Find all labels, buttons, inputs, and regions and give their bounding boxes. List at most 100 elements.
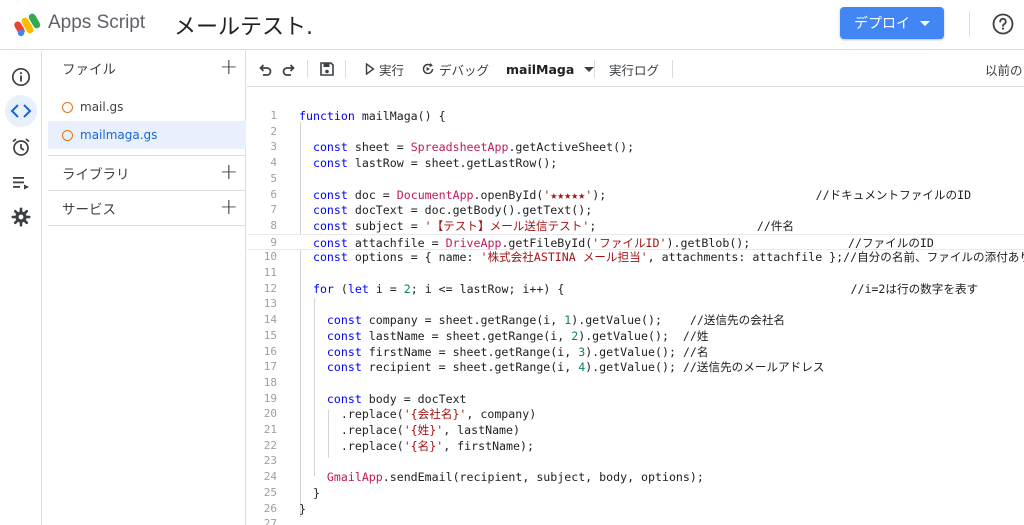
services-label: サービス <box>62 202 116 218</box>
code-line[interactable]: 8 const subject = '【テスト】メール送信テスト'; //件名 <box>247 218 1024 234</box>
execution-list-icon <box>13 177 29 190</box>
code-text: .replace('{名}', firstName); <box>299 438 534 453</box>
files-header: ファイル + <box>48 51 246 85</box>
deploy-button-label: デプロイ <box>854 16 910 32</box>
code-line[interactable]: 9 const attachfile = DriveApp.getFileByI… <box>247 233 1024 250</box>
code-text: const subject = '【テスト】メール送信テスト'; //件名 <box>312 218 795 233</box>
line-number: 19 <box>263 391 277 405</box>
debug-button[interactable]: デバッグ <box>421 51 489 87</box>
line-number: 5 <box>270 171 277 185</box>
gear-icon <box>11 207 31 227</box>
line-number: 22 <box>263 438 277 452</box>
line-number: 15 <box>263 328 277 342</box>
code-line[interactable]: 7 const docText = doc.getBody().getText(… <box>247 202 1024 218</box>
line-number: 3 <box>270 140 277 154</box>
code-line[interactable]: 10 const options = { name: '株式会社ASTINA メ… <box>247 249 1024 265</box>
redo-button[interactable] <box>281 51 297 87</box>
line-number: 10 <box>263 250 277 264</box>
code-line[interactable]: 20 .replace('{会社名}', company) <box>247 406 1024 422</box>
redo-icon <box>282 64 295 76</box>
project-title[interactable]: メールテスト. <box>174 9 313 41</box>
code-text: const options = { name: '株式会社ASTINA メール担… <box>312 250 1024 265</box>
code-line[interactable]: 21 .replace('{姓}', lastName) <box>247 422 1024 438</box>
line-number: 4 <box>270 156 277 170</box>
line-number: 25 <box>263 485 277 499</box>
code-text: const attachfile = DriveApp.getFileById(… <box>312 235 934 250</box>
editor-nav[interactable] <box>0 93 42 129</box>
function-select[interactable]: mailMaga <box>506 51 595 87</box>
add-file-plus-icon[interactable]: + <box>220 57 238 79</box>
toolbar-divider <box>307 60 308 78</box>
files-panel: ファイル + mail.gs mailmaga.gs ライブラリ + サービス … <box>48 51 246 525</box>
code-line[interactable]: 22 .replace('{名}', firstName); <box>247 438 1024 454</box>
divider <box>48 225 246 226</box>
code-line[interactable]: 27 <box>247 516 1024 525</box>
history-button[interactable]: 以前の <box>985 51 1023 87</box>
code-line[interactable]: 19 const body = docText <box>247 391 1024 407</box>
code-line[interactable]: 23 <box>247 453 1024 469</box>
code-editor[interactable]: 1 function mailMaga() {2 3 const sheet = S… <box>247 88 1024 525</box>
code-line[interactable]: 1 function mailMaga() { <box>247 108 1024 124</box>
code-text: } <box>299 501 306 516</box>
line-number: 12 <box>263 281 277 295</box>
code-line[interactable]: 15 const lastName = sheet.getRange(i, 2)… <box>247 328 1024 344</box>
debug-icon <box>422 63 434 75</box>
code-text: const recipient = sheet.getRange(i, 4).g… <box>326 360 825 375</box>
code-line[interactable]: 4 const lastRow = sheet.getLastRow(); <box>247 155 1024 171</box>
line-number: 9 <box>270 235 277 249</box>
code-text: } <box>299 485 320 500</box>
toolbar-divider <box>672 60 673 78</box>
file-item-mailmaga[interactable]: mailmaga.gs <box>48 121 246 149</box>
libraries-header[interactable]: ライブラリ + <box>48 156 246 190</box>
code-text: .replace('{会社名}', company) <box>299 407 537 422</box>
run-button[interactable]: 実行 <box>365 51 404 87</box>
undo-icon <box>259 64 272 76</box>
execution-log-button[interactable]: 実行ログ <box>609 51 659 87</box>
apps-script-logo-icon[interactable] <box>14 11 42 37</box>
line-number: 6 <box>270 187 277 201</box>
script-file-icon <box>62 129 73 141</box>
line-number: 1 <box>270 109 277 122</box>
line-number: 8 <box>270 218 277 232</box>
overview-nav[interactable] <box>0 59 42 95</box>
code-line[interactable]: 6 const doc = DocumentApp.openById('★★★★… <box>247 187 1024 203</box>
code-line[interactable]: 3 const sheet = SpreadsheetApp.getActive… <box>247 139 1024 155</box>
code-line[interactable]: 2 <box>247 124 1024 140</box>
deploy-button[interactable]: デプロイ <box>840 7 944 39</box>
code-text: const body = docText <box>326 391 467 406</box>
add-library-plus-icon[interactable]: + <box>220 162 238 184</box>
code-line[interactable]: 18 <box>247 375 1024 391</box>
save-icon <box>320 62 334 76</box>
help-circle-icon[interactable] <box>992 13 1014 35</box>
debug-label: デバッグ <box>439 62 490 78</box>
triggers-nav[interactable] <box>0 129 42 165</box>
code-line[interactable]: 5 <box>247 171 1024 187</box>
undo-button[interactable] <box>257 51 273 87</box>
file-item-mail[interactable]: mail.gs <box>48 93 246 121</box>
executions-nav[interactable] <box>0 165 42 201</box>
code-line[interactable]: 26} <box>247 501 1024 517</box>
save-button[interactable] <box>319 51 335 87</box>
settings-nav[interactable] <box>0 199 42 235</box>
history-label: 以前の <box>985 62 1023 78</box>
line-number: 23 <box>263 454 277 468</box>
code-text: const docText = doc.getBody().getText(); <box>312 203 593 218</box>
add-service-plus-icon[interactable]: + <box>220 197 238 219</box>
app-name[interactable]: Apps Script <box>48 12 145 34</box>
code-line[interactable]: 24 GmailApp.sendEmail(recipient, subject… <box>247 469 1024 485</box>
code-line[interactable]: 11 <box>247 265 1024 281</box>
code-line[interactable]: 17 const recipient = sheet.getRange(i, 4… <box>247 359 1024 375</box>
file-name: mail.gs <box>80 100 124 114</box>
line-number: 26 <box>263 501 277 515</box>
code-line[interactable]: 12 for (let i = 2; i <= lastRow; i++) { … <box>247 281 1024 297</box>
code-line[interactable]: 13 <box>247 296 1024 312</box>
services-header[interactable]: サービス + <box>48 191 246 225</box>
line-number: 14 <box>263 313 277 327</box>
code-line[interactable]: 25 } <box>247 485 1024 501</box>
line-number: 2 <box>270 124 277 138</box>
line-number: 24 <box>263 470 277 484</box>
line-number: 18 <box>263 375 277 389</box>
function-select-value: mailMaga <box>506 61 575 77</box>
code-line[interactable]: 14 const company = sheet.getRange(i, 1).… <box>247 312 1024 328</box>
code-line[interactable]: 16 const firstName = sheet.getRange(i, 3… <box>247 344 1024 360</box>
